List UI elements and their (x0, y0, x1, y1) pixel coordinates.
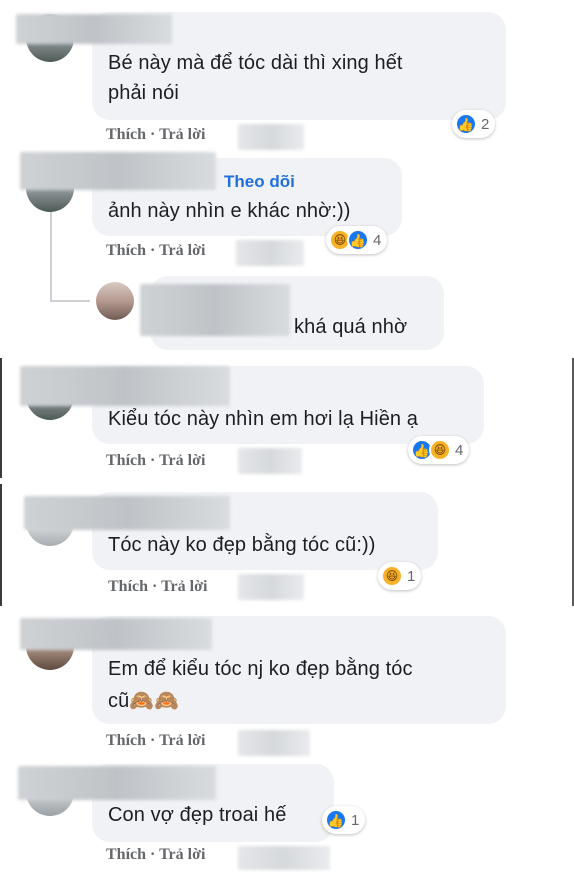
comment-text: Bé này mà để tóc dài thì xing hết (108, 52, 403, 74)
like-icon: 👍 (325, 809, 347, 831)
thread-line (50, 210, 52, 302)
reply-link[interactable]: Trả lời (159, 452, 205, 469)
commenter-name-blurred[interactable] (20, 152, 216, 190)
comment-text: ảnh này nhìn e khác nhờ:)) (108, 200, 351, 222)
comment-actions: Thích · Trả lời (106, 452, 205, 470)
reaction-count: 2 (481, 115, 490, 133)
timestamp-blurred (238, 448, 302, 474)
like-icon: 👍 (455, 113, 477, 135)
reaction-count: 4 (455, 441, 464, 459)
reply-link[interactable]: Trả lời (159, 126, 205, 143)
like-link[interactable]: Thích (108, 578, 148, 595)
like-icon: 👍 (347, 229, 369, 251)
timestamp-blurred (238, 846, 330, 870)
reply-link[interactable]: Trả lời (159, 846, 205, 863)
reply-link[interactable]: Trả lời (159, 242, 205, 259)
timestamp-blurred (236, 240, 304, 266)
comment-text: Em để kiểu tóc nj ko đẹp bằng tóc (108, 658, 413, 680)
comment-text-line2: phải nói (108, 82, 179, 104)
reaction-summary[interactable]: 😆 1 (378, 562, 422, 590)
comment-actions: Thích · Trả lời (108, 578, 207, 596)
like-link[interactable]: Thích (106, 452, 146, 469)
haha-icon: 😆 (381, 565, 403, 587)
haha-icon: 😆 (429, 439, 451, 461)
reaction-summary[interactable]: 😆 👍 4 (326, 226, 388, 254)
reaction-summary[interactable]: 👍 😆 4 (408, 436, 470, 464)
like-link[interactable]: Thích (106, 126, 146, 143)
reaction-summary[interactable]: 👍 2 (452, 110, 496, 138)
timestamp-blurred (238, 124, 304, 150)
like-link[interactable]: Thích (106, 846, 146, 863)
separator: · (150, 452, 160, 469)
reaction-summary[interactable]: 👍 1 (322, 806, 366, 834)
separator: · (152, 578, 162, 595)
comment-text-line2: cũ🙈🙈 (108, 690, 180, 712)
avatar[interactable] (96, 282, 134, 320)
separator: · (150, 732, 160, 749)
comment-text: Con vợ đẹp troai hế (108, 804, 287, 826)
commenter-name-blurred[interactable] (20, 366, 230, 406)
reply-link[interactable]: Trả lời (159, 732, 205, 749)
comment-text: Tóc này ko đẹp bằng tóc cũ:)) (108, 534, 376, 556)
comment-text: Kiểu tóc này nhìn em hơi lạ Hiền ạ (108, 408, 419, 430)
commenter-name-blurred[interactable] (20, 618, 212, 650)
reaction-count: 1 (407, 567, 416, 585)
comment-text: khá quá nhờ (294, 316, 408, 338)
commenter-name-blurred[interactable] (140, 284, 290, 336)
reply-link[interactable]: Trả lời (161, 578, 207, 595)
separator: · (150, 126, 160, 143)
comment-actions: Thích · Trả lời (106, 126, 205, 144)
separator: · (150, 846, 160, 863)
left-edge-bar (0, 484, 2, 606)
commenter-name-blurred[interactable] (24, 496, 230, 530)
commenter-name-blurred[interactable] (18, 766, 216, 800)
like-link[interactable]: Thích (106, 242, 146, 259)
reaction-count: 1 (351, 811, 360, 829)
thread-branch (50, 300, 90, 302)
comment-actions: Thích · Trả lời (106, 242, 205, 260)
comment-actions: Thích · Trả lời (106, 732, 205, 750)
timestamp-blurred (238, 574, 304, 600)
like-link[interactable]: Thích (106, 732, 146, 749)
separator: · (150, 242, 160, 259)
follow-link[interactable]: Theo dõi (224, 172, 295, 192)
comment-actions: Thích · Trả lời (106, 846, 205, 864)
left-edge-bar (0, 358, 2, 478)
timestamp-blurred (238, 730, 310, 756)
commenter-name-blurred[interactable] (16, 14, 172, 44)
reaction-count: 4 (373, 231, 382, 249)
